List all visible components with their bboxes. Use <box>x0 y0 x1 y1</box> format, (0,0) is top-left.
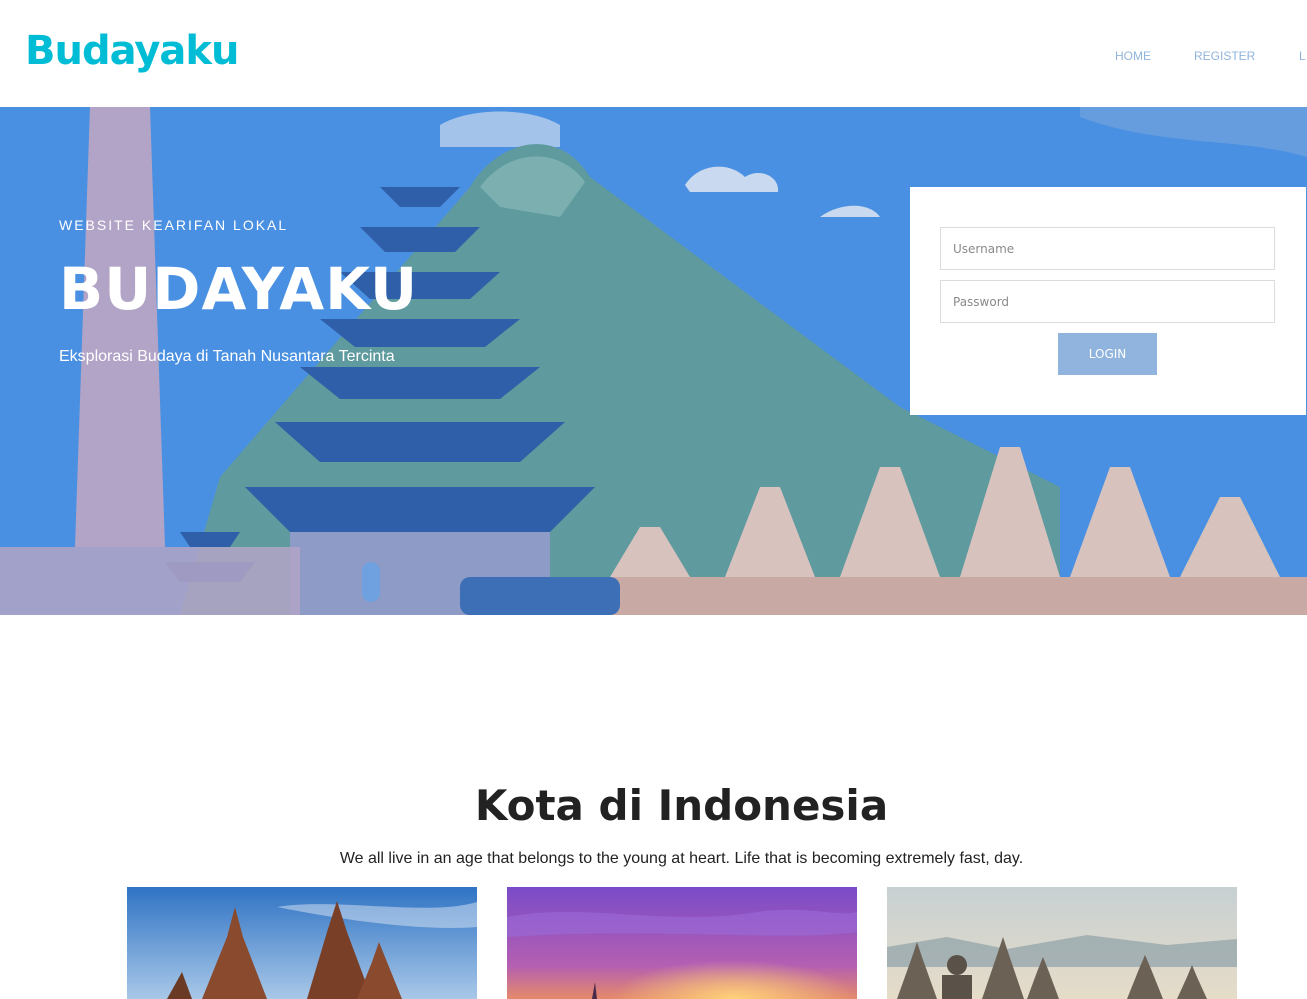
hero-title: BUDAYAKU <box>59 255 419 323</box>
city-card-prambanan[interactable] <box>127 887 477 999</box>
hero-banner: WEBSITE KEARIFAN LOKAL BUDAYAKU Eksplora… <box>0 107 1307 615</box>
nav-register-link[interactable]: REGISTER <box>1194 49 1255 63</box>
hero-subtitle: Eksplorasi Budaya di Tanah Nusantara Ter… <box>59 348 395 365</box>
nav-home-link[interactable]: HOME <box>1115 49 1151 63</box>
login-button[interactable]: LOGIN <box>1058 333 1157 375</box>
city-card-sunset[interactable] <box>507 887 857 999</box>
borobudur-image <box>887 887 1237 999</box>
city-card-borobudur[interactable] <box>887 887 1237 999</box>
login-form: LOGIN <box>910 187 1306 415</box>
nav-login-link[interactable]: L <box>1299 49 1306 63</box>
password-input[interactable] <box>940 280 1275 323</box>
username-input[interactable] <box>940 227 1275 270</box>
section-subtitle: We all live in an age that belongs to th… <box>339 850 1024 867</box>
main-nav: HOME REGISTER L <box>1087 49 1307 65</box>
site-header: Budayaku HOME REGISTER L <box>0 0 1307 107</box>
prambanan-image <box>127 887 477 999</box>
sunset-image <box>507 887 857 999</box>
section-title: Kota di Indonesia <box>474 781 889 830</box>
hero-kicker: WEBSITE KEARIFAN LOKAL <box>59 217 289 233</box>
site-logo[interactable]: Budayaku <box>25 28 240 74</box>
